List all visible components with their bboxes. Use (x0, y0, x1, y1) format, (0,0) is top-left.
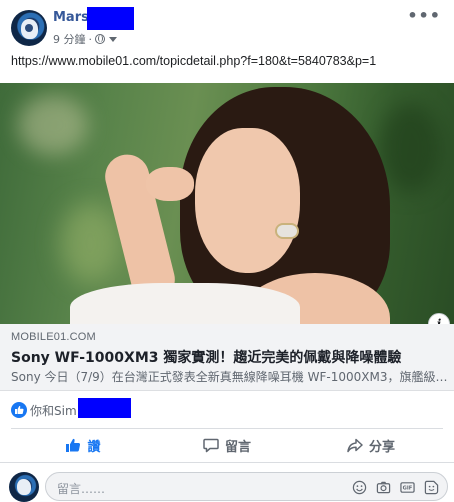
like-icon (11, 402, 27, 418)
reaction-summary[interactable]: 你和Sim (11, 401, 77, 419)
comment-input[interactable]: 留言…… GIF (45, 472, 448, 501)
comment-placeholder: 留言…… (57, 482, 106, 496)
link-domain: MOBILE01.COM (11, 331, 96, 343)
globe-icon[interactable] (95, 34, 105, 44)
author-name[interactable]: Mars (53, 10, 89, 25)
image-bokeh (380, 103, 440, 193)
image-face (195, 128, 300, 273)
link-title[interactable]: Sony WF-1000XM3 獨家實測！趨近完美的佩戴與降噪體驗 (11, 347, 401, 367)
more-options-icon[interactable]: ••• (407, 8, 441, 24)
link-preview-card[interactable]: MOBILE01.COM Sony WF-1000XM3 獨家實測！趨近完美的佩… (0, 324, 454, 391)
comment-icon (203, 438, 219, 453)
share-button[interactable]: 分享 (299, 430, 443, 460)
comment-button[interactable]: 留言 (155, 430, 299, 460)
sticker-icon[interactable] (423, 479, 439, 495)
emoji-icon[interactable] (351, 479, 367, 495)
divider (11, 428, 443, 429)
share-icon (347, 438, 363, 453)
comment-tools: GIF (351, 479, 439, 495)
post-body-text[interactable]: https://www.mobile01.com/topicdetail.php… (11, 54, 376, 68)
avatar-figure-detail (25, 24, 33, 32)
redacted-name-box (87, 7, 134, 30)
feed-post: Mars 9 分鐘 · ••• https://www.mobile01.com… (0, 0, 454, 502)
divider (0, 462, 454, 463)
avatar-figure (17, 479, 31, 495)
thumbs-up-icon (66, 438, 81, 452)
redacted-name-box (78, 398, 131, 418)
meta-separator: · (88, 32, 93, 46)
author-avatar[interactable] (11, 10, 47, 46)
link-preview-image[interactable] (0, 83, 454, 324)
image-bokeh (18, 95, 88, 155)
post-action-bar: 讚 留言 分享 (11, 430, 443, 460)
post-meta: 9 分鐘 · (53, 31, 117, 47)
viewer-avatar[interactable] (9, 472, 39, 502)
share-label: 分享 (368, 439, 395, 455)
camera-icon[interactable] (375, 479, 391, 495)
like-button[interactable]: 讚 (11, 430, 155, 460)
gif-icon[interactable]: GIF (399, 479, 415, 495)
image-earbud (275, 223, 299, 239)
image-clothing (70, 283, 300, 324)
comment-label: 留言 (224, 439, 251, 455)
like-label: 讚 (87, 439, 101, 455)
chevron-down-icon[interactable] (109, 36, 117, 42)
image-hand (146, 167, 194, 201)
image-bokeh (60, 203, 120, 283)
post-timestamp[interactable]: 9 分鐘 (53, 31, 86, 47)
gif-label: GIF (402, 485, 412, 491)
reaction-text[interactable]: 你和Sim (30, 402, 77, 419)
link-description: Sony 今日（7/9）在台灣正式發表全新真無線降噪耳機 WF-1000XM3，… (11, 370, 449, 384)
